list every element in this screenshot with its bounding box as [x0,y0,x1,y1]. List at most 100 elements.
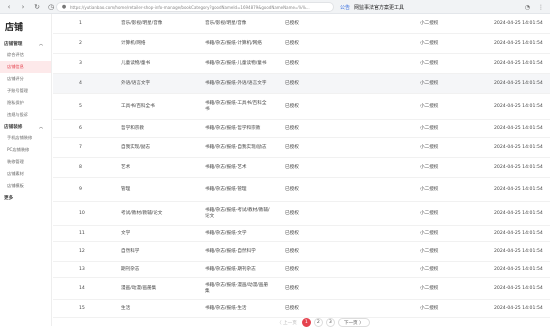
table-row: 5 工具书/百科全书 书籍/杂志/报纸-工具书/百科全书 已授权 小二授权 20… [53,94,550,120]
extension-icon[interactable]: ◔ [525,4,530,11]
table-row: 11 文学 书籍/杂志/报纸-文学 已授权 小二授权 2024-04-25 14… [53,226,550,242]
sidebar-item[interactable]: 店铺评分 [0,73,51,85]
chevron-up-icon: ︿ [39,123,43,129]
cell-time: 2024-04-25 14:01:54 [494,230,543,236]
cell-status: 已授权 [285,305,299,311]
sidebar-item[interactable]: 店铺模板 [0,180,51,192]
sidebar-group-shop-manage[interactable]: 店铺管理 ︿ [0,38,51,49]
sidebar-brand: 店铺 [5,23,24,33]
cell-category-name: 儿童读物/童书 [121,60,151,66]
sidebar-more[interactable]: 更多 [0,192,51,204]
cell-category-name: 管理 [121,186,131,192]
cell-status: 已授权 [285,248,299,254]
cell-category-name: 计算机/网络 [121,40,146,46]
cell-time: 2024-04-25 14:01:54 [494,80,543,86]
cell-authorizer: 小二授权 [420,266,439,272]
cell-status: 已授权 [285,80,299,86]
reload-icon[interactable]: ↻ [32,2,42,12]
sidebar-item[interactable]: 隐私保护 [0,97,51,109]
cell-index: 7 [79,144,82,150]
notice-text[interactable]: 网监事法官方案更工具 [354,4,404,11]
cell-authorizer: 小二授权 [420,285,439,291]
table-row: 13 期刊杂志 书籍/杂志/报纸-期刊杂志 已授权 小二授权 2024-04-2… [53,262,550,278]
browser-actions: ◔ ⋮ [525,2,544,12]
sidebar-item[interactable]: 子账号管理 [0,85,51,97]
cell-category-name: 哲学和宗教 [121,125,144,131]
sidebar-item[interactable]: 店铺素材 [0,168,51,180]
cell-index: 4 [79,80,82,86]
sidebar-item[interactable]: 装修管理 [0,156,51,168]
cell-authorizer: 小二授权 [420,20,439,26]
table-row: 1 音乐/影视/明星/音像 音乐/影视/明星/音像 已授权 小二授权 2024-… [53,14,550,34]
cell-category-name: 艺术 [121,164,131,170]
notice-bar[interactable]: 公告 网监事法官方案更工具 [340,2,404,12]
table-row-hover: 4 外语/语言文字 书籍/杂志/报纸-外语/语言文字 已授权 小二授权 2024… [53,74,550,94]
table-row: 12 自然科学 书籍/杂志/报纸-自然科学 已授权 小二授权 2024-04-2… [53,242,550,262]
cell-status: 已授权 [285,125,299,131]
cell-category-path: 书籍/杂志/报纸-儿童读物/童书 [205,60,267,66]
cell-index: 5 [79,103,82,109]
cell-category-name: 自然科学 [121,248,140,254]
cell-time: 2024-04-25 14:01:54 [494,186,543,192]
cell-status: 已授权 [285,40,299,46]
cell-category-path: 书籍/杂志/报纸-计算机/网络 [205,40,262,46]
sidebar-item[interactable]: 手机店铺装修 [0,132,51,144]
sidebar-item[interactable]: 综合评估 [0,49,51,61]
cell-category-path: 书籍/杂志/报纸-管理 [205,186,247,192]
table-row: 9 管理 书籍/杂志/报纸-管理 已授权 小二授权 2024-04-25 14:… [53,178,550,202]
cell-category-path: 书籍/杂志/报纸-考试/教材/教辅/论文 [205,207,270,219]
cell-time: 2024-04-25 14:01:54 [494,125,543,131]
menu-icon[interactable]: ⋮ [538,4,544,11]
table-row: 10 考试/教材/教辅/论文 书籍/杂志/报纸-考试/教材/教辅/论文 已授权 … [53,202,550,226]
sidebar-group-label: 店铺管理 [4,41,23,47]
cell-status: 已授权 [285,164,299,170]
cell-time: 2024-04-25 14:01:54 [494,40,543,46]
cell-category-path: 书籍/杂志/报纸-生活 [205,305,247,311]
cell-status: 已授权 [285,210,299,216]
cell-category-path: 书籍/杂志/报纸-期刊杂志 [205,266,256,272]
sidebar-group-shop-decor[interactable]: 店铺装修 ︿ [0,121,51,132]
cell-status: 已授权 [285,186,299,192]
cell-category-name: 漫画/动漫/画册集 [121,285,157,291]
forward-icon[interactable]: › [18,2,28,12]
cell-category-path: 书籍/杂志/报纸-外语/语言文字 [205,80,267,86]
cell-time: 2024-04-25 14:01:54 [494,248,543,254]
sidebar-item-active[interactable]: 店铺信息 [0,61,51,73]
cell-index: 12 [79,248,85,254]
sidebar-group-label: 店铺装修 [4,124,23,130]
cell-category-name: 期刊杂志 [121,266,140,272]
cell-category-name: 文学 [121,230,131,236]
cell-authorizer: 小二授权 [420,60,439,66]
cell-status: 已授权 [285,144,299,150]
cell-time: 2024-04-25 14:01:54 [494,20,543,26]
sidebar-item[interactable]: PC店铺装修 [0,144,51,156]
cell-authorizer: 小二授权 [420,40,439,46]
table-row: 8 艺术 书籍/杂志/报纸-艺术 已授权 小二授权 2024-04-25 14:… [53,158,550,178]
sidebar-item[interactable]: 违规与投诉 [0,109,51,121]
table-row: 2 计算机/网络 书籍/杂志/报纸-计算机/网络 已授权 小二授权 2024-0… [53,34,550,54]
history-icon[interactable]: ◷ [46,2,56,12]
cell-status: 已授权 [285,285,299,291]
cell-index: 3 [79,60,82,66]
cell-status: 已授权 [285,266,299,272]
cell-status: 已授权 [285,20,299,26]
cell-index: 15 [79,305,85,311]
cell-category-name: 自我实现/励志 [121,144,151,150]
cell-index: 11 [79,230,85,236]
cell-category-path: 书籍/杂志/报纸-哲学和宗教 [205,125,261,131]
back-icon[interactable]: ‹ [4,2,14,12]
cell-status: 已授权 [285,103,299,109]
cell-index: 2 [79,40,82,46]
cell-category-path: 书籍/杂志/报纸-自我实现/励志 [205,144,267,150]
cell-category-name: 考试/教材/教辅/论文 [121,210,163,216]
sidebar: 店铺 店铺管理 ︿ 综合评估 店铺信息 店铺评分 子账号管理 隐私保护 违规与投… [0,14,52,326]
cell-category-name: 生活 [121,305,131,311]
cell-category-path: 书籍/杂志/报纸-自然科学 [205,248,256,254]
address-bar[interactable]: ● https://yutianbao.com/home/retailer-sh… [56,2,334,12]
table-row: 7 自我实现/励志 书籍/杂志/报纸-自我实现/励志 已授权 小二授权 2024… [53,138,550,158]
cell-category-path: 书籍/杂志/报纸-漫画/动漫/画册集 [205,282,268,294]
browser-toolbar: ‹ › ↻ ◷ ● https://yutianbao.com/home/ret… [0,0,550,14]
cell-index: 6 [79,125,82,131]
cell-index: 8 [79,164,82,170]
cell-authorizer: 小二授权 [420,230,439,236]
